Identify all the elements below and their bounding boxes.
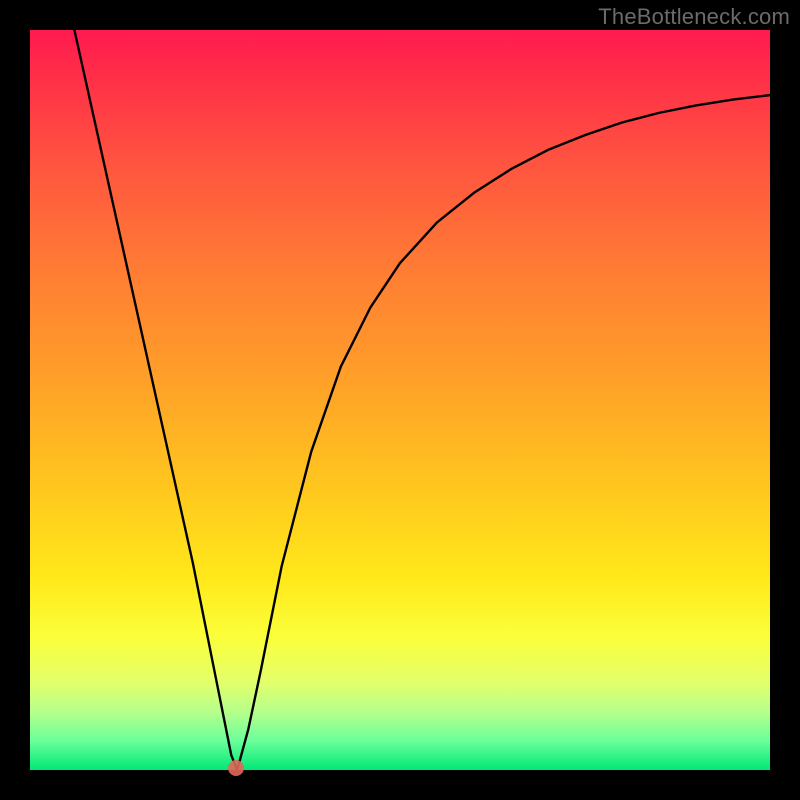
- optimal-point-marker: [228, 760, 244, 776]
- bottleneck-curve: [30, 30, 770, 770]
- plot-area: [30, 30, 770, 770]
- watermark-text: TheBottleneck.com: [598, 4, 790, 30]
- chart-frame: TheBottleneck.com: [0, 0, 800, 800]
